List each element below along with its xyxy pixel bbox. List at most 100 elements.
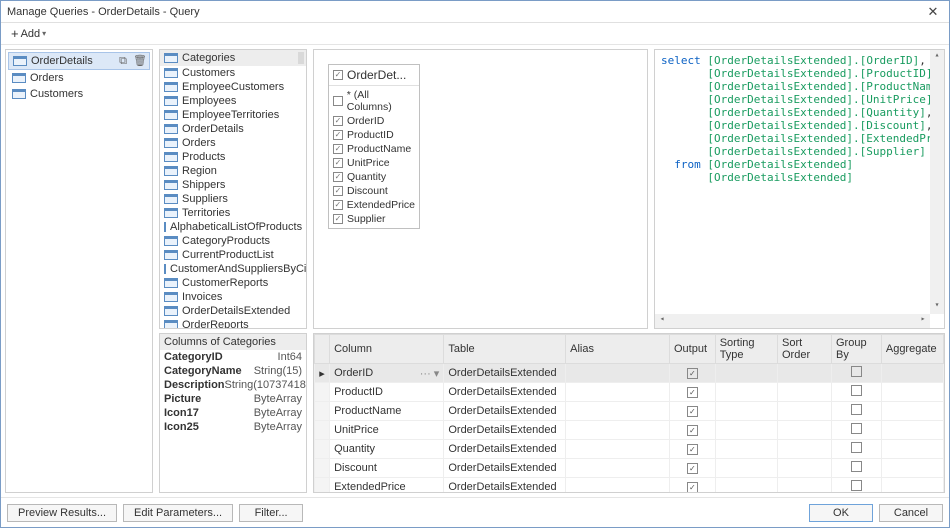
filter-button[interactable]: Filter... [239, 504, 303, 522]
cell-output[interactable]: ✓ [669, 478, 715, 494]
table-item[interactable]: CategoryProducts [160, 234, 306, 248]
table-item[interactable]: EmployeeCustomers [160, 80, 306, 94]
cell-sort-order[interactable] [778, 459, 832, 478]
cell-output[interactable]: ✓ [669, 402, 715, 421]
cell-sort-order[interactable] [778, 364, 832, 383]
cell-column[interactable]: Discount [330, 459, 444, 478]
table-item[interactable]: OrderDetailsExtended [160, 304, 306, 318]
cell-alias[interactable] [566, 478, 670, 494]
checkbox[interactable]: ✓ [333, 214, 343, 224]
cell-table[interactable]: OrderDetailsExtended [444, 402, 566, 421]
table-item[interactable]: Employees [160, 94, 306, 108]
table-item[interactable]: AlphabeticalListOfProducts [160, 220, 306, 234]
checkbox-icon[interactable]: ✓ [687, 368, 698, 379]
table-item[interactable]: Products [160, 150, 306, 164]
edit-parameters-button[interactable]: Edit Parameters... [123, 504, 233, 522]
cell-sorting-type[interactable] [715, 402, 777, 421]
cell-sort-order[interactable] [778, 421, 832, 440]
checkbox-icon[interactable] [851, 442, 862, 453]
table-item[interactable]: Invoices [160, 290, 306, 304]
table-item[interactable]: OrderDetails [160, 122, 306, 136]
cell-alias[interactable] [566, 421, 670, 440]
preview-results-button[interactable]: Preview Results... [7, 504, 117, 522]
checkbox-icon[interactable] [851, 461, 862, 472]
add-button[interactable]: + Add ▾ [7, 28, 50, 40]
diagram-col[interactable]: ✓ExtendedPrice [333, 198, 415, 212]
cell-table[interactable]: OrderDetailsExtended [444, 478, 566, 494]
col-aggregate[interactable]: Aggregate [881, 335, 943, 364]
table-item[interactable]: Shippers [160, 178, 306, 192]
grid-row[interactable]: UnitPriceOrderDetailsExtended✓ [315, 421, 944, 440]
sql-hscroll[interactable]: ◂▸ [655, 314, 930, 328]
cell-group-by[interactable] [832, 402, 882, 421]
diagram-col[interactable]: ✓Discount [333, 184, 415, 198]
cell-group-by[interactable] [832, 364, 882, 383]
cell-column[interactable]: ProductID [330, 383, 444, 402]
cell-sorting-type[interactable] [715, 421, 777, 440]
column-row[interactable]: DescriptionString(1073741823) [160, 378, 306, 392]
checkbox-icon[interactable]: ✓ [687, 463, 698, 474]
query-item[interactable]: OrderDetails⧉🗑 [8, 52, 150, 70]
delete-icon[interactable]: 🗑 [133, 55, 145, 67]
cell-output[interactable]: ✓ [669, 459, 715, 478]
cell-table[interactable]: OrderDetailsExtended [444, 440, 566, 459]
cell-group-by[interactable] [832, 459, 882, 478]
table-item[interactable]: CustomerAndSuppliersByCity [160, 262, 306, 276]
scrollbar[interactable] [298, 52, 304, 64]
grid-row[interactable]: ExtendedPriceOrderDetailsExtended ✓ [315, 478, 944, 494]
cell-column[interactable]: UnitPrice [330, 421, 444, 440]
cell-output[interactable]: ✓ [669, 383, 715, 402]
cell-column[interactable]: ExtendedPrice [330, 478, 444, 494]
cell-group-by[interactable] [832, 383, 882, 402]
copy-icon[interactable]: ⧉ [117, 55, 129, 67]
checkbox-icon[interactable]: ✓ [687, 387, 698, 398]
cell-output[interactable]: ✓ [669, 364, 715, 383]
cell-alias[interactable] [566, 440, 670, 459]
cell-group-by[interactable] [832, 440, 882, 459]
checkbox[interactable]: ✓ [333, 116, 343, 126]
checkbox-icon[interactable] [851, 423, 862, 434]
cell-aggregate[interactable] [881, 440, 943, 459]
cell-aggregate[interactable] [881, 478, 943, 494]
cell-output[interactable]: ✓ [669, 421, 715, 440]
table-item[interactable]: EmployeeTerritories [160, 108, 306, 122]
cell-alias[interactable] [566, 459, 670, 478]
col-column[interactable]: Column [330, 335, 444, 364]
cell-aggregate[interactable] [881, 421, 943, 440]
col-alias[interactable]: Alias [566, 335, 670, 364]
table-item[interactable]: CustomerReports [160, 276, 306, 290]
cell-aggregate[interactable] [881, 402, 943, 421]
column-row[interactable]: CategoryIDInt64 [160, 350, 306, 364]
grid-row[interactable]: ProductNameOrderDetailsExtended ✓ [315, 402, 944, 421]
cell-output[interactable]: ✓ [669, 440, 715, 459]
grid-row[interactable]: DiscountOrderDetailsExtended✓ [315, 459, 944, 478]
table-item[interactable]: Orders [160, 136, 306, 150]
cell-sorting-type[interactable] [715, 383, 777, 402]
cell-column[interactable]: ProductName [330, 402, 444, 421]
grid-row[interactable]: ProductIDOrderDetailsExtended✓ [315, 383, 944, 402]
diagram-col[interactable]: ✓Supplier [333, 212, 415, 226]
col-sorting-type[interactable]: Sorting Type [715, 335, 777, 364]
sql-pane[interactable]: select [OrderDetailsExtended].[OrderID],… [654, 49, 945, 329]
checkbox-icon[interactable] [851, 366, 862, 377]
sql-text[interactable]: select [OrderDetailsExtended].[OrderID],… [661, 54, 938, 184]
cell-sorting-type[interactable] [715, 478, 777, 494]
diagram-col[interactable]: ✓ProductID [333, 128, 415, 142]
grid-row[interactable]: QuantityOrderDetailsExtended✓ [315, 440, 944, 459]
grid-row[interactable]: ▸OrderID··· ▾OrderDetailsExtended✓ [315, 364, 944, 383]
checkbox-icon[interactable]: ✓ [687, 425, 698, 436]
table-item[interactable]: Suppliers [160, 192, 306, 206]
table-item[interactable]: OrderReports [160, 318, 306, 328]
cell-sort-order[interactable] [778, 402, 832, 421]
sql-vscroll[interactable]: ▴▾ [930, 50, 944, 314]
cell-group-by[interactable] [832, 478, 882, 494]
checkbox[interactable]: ✓ [333, 172, 343, 182]
checkbox[interactable]: ✓ [333, 186, 343, 196]
checkbox[interactable]: ✓ [333, 130, 343, 140]
checkbox-icon[interactable]: ✓ [687, 482, 698, 493]
ok-button[interactable]: OK [809, 504, 873, 522]
table-item[interactable]: Territories [160, 206, 306, 220]
table-item[interactable]: CurrentProductList [160, 248, 306, 262]
checkbox-icon[interactable] [851, 480, 862, 491]
query-item[interactable]: Customers [8, 86, 150, 102]
